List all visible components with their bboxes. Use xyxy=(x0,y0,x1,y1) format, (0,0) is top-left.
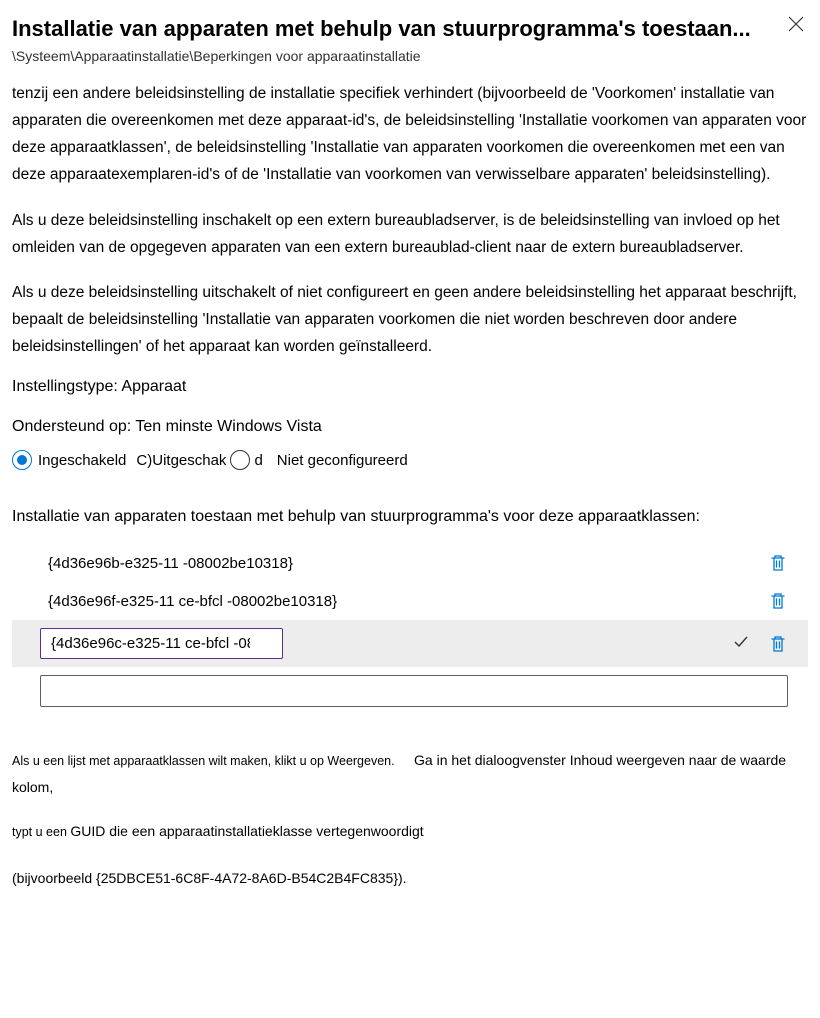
delete-button[interactable] xyxy=(768,592,788,610)
list-item-text: {4d36e96b-e325-11 -08002be10318} xyxy=(48,555,758,572)
footer-text: Als u een lijst met apparaatklassen wilt… xyxy=(12,747,808,892)
close-icon xyxy=(788,16,804,32)
supported-value: Ten minste Windows Vista xyxy=(135,418,321,435)
radio-enabled-label: Ingeschakeld xyxy=(38,452,126,469)
radio-notconfigured-label: Niet geconfigureerd xyxy=(277,452,408,469)
list-item: {4d36e96f-e325-11 ce-bfcl -08002be10318} xyxy=(12,582,808,620)
radio-disabled-label-part2: d xyxy=(254,452,262,469)
list-heading: Installatie van apparaten toestaan met b… xyxy=(12,508,808,526)
confirm-button[interactable] xyxy=(732,633,750,655)
supported-on: Ondersteund op: Ten minste Windows Vista xyxy=(12,418,808,436)
list-item-editing xyxy=(12,620,808,667)
footer-line2a: typt u een xyxy=(12,825,70,839)
delete-button[interactable] xyxy=(768,635,788,653)
radio-disabled-prefix: C) xyxy=(136,452,152,469)
list-item: {4d36e96b-e325-11 -08002be10318} xyxy=(12,544,808,582)
setting-type: Instellingstype: Apparaat xyxy=(12,378,808,396)
setting-type-value: Apparaat xyxy=(121,378,186,395)
new-item-input[interactable] xyxy=(40,675,788,707)
check-icon xyxy=(732,633,750,651)
trash-icon xyxy=(770,635,786,653)
list-item-input[interactable] xyxy=(40,628,283,659)
close-button[interactable] xyxy=(784,16,808,36)
radio-option-notconfigured[interactable]: Niet geconfigureerd xyxy=(277,452,408,469)
radio-option-disabled[interactable]: Uitgeschak d xyxy=(152,450,263,470)
footer-line1a: Als u een lijst met apparaatklassen wilt… xyxy=(12,754,395,768)
supported-label: Ondersteund op: xyxy=(12,418,131,435)
description-p1: tenzij een andere beleidsinstelling de i… xyxy=(12,80,808,189)
radio-option-enabled[interactable]: Ingeschakeld xyxy=(12,450,126,470)
description-p3: Als u deze beleidsinstelling uitschakelt… xyxy=(12,279,808,360)
new-item-row xyxy=(12,667,808,707)
trash-icon xyxy=(770,554,786,572)
breadcrumb: \Systeem\Apparaatinstallatie\Beperkingen… xyxy=(12,48,808,64)
delete-button[interactable] xyxy=(768,554,788,572)
radio-enabled-icon xyxy=(12,450,32,470)
trash-icon xyxy=(770,592,786,610)
description-p2: Als u deze beleidsinstelling inschakelt … xyxy=(12,207,808,261)
radio-disabled-icon xyxy=(230,450,250,470)
page-title: Installatie van apparaten met behulp van… xyxy=(12,16,784,42)
radio-disabled-label-part1: Uitgeschak xyxy=(152,452,226,469)
list-item-text: {4d36e96f-e325-11 ce-bfcl -08002be10318} xyxy=(48,593,758,610)
setting-type-label: Instellingstype: xyxy=(12,378,118,395)
footer-line3: (bijvoorbeeld {25DBCE51-6C8F-4A72-8A6D-B… xyxy=(12,865,808,892)
radio-group: Ingeschakeld C) Uitgeschak d Niet geconfi… xyxy=(12,450,808,470)
footer-line2b: GUID die een apparaatinstallatieklasse v… xyxy=(70,823,423,839)
